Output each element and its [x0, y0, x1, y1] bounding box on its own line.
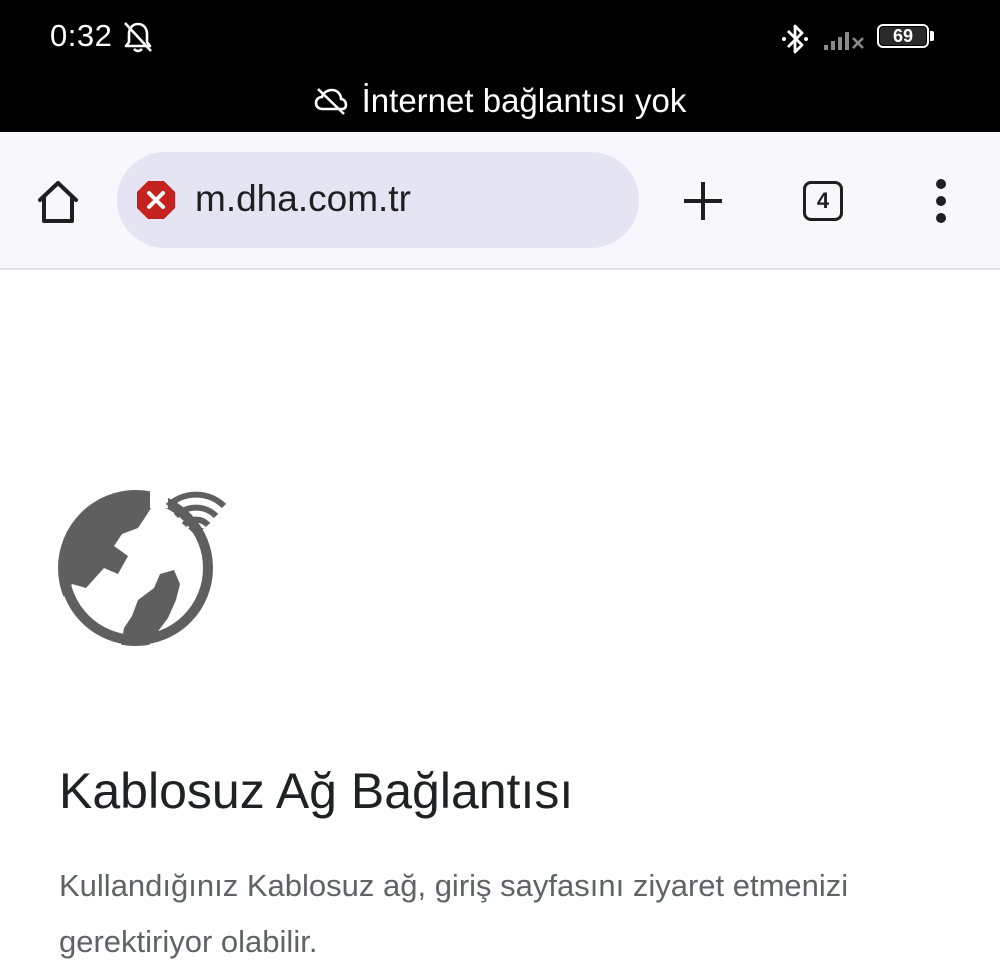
tab-switcher-button[interactable]: 4: [803, 181, 843, 221]
cloud-off-icon: [314, 88, 347, 115]
page-title: Kablosuz Ağ Bağlantısı: [59, 763, 574, 819]
url-text[interactable]: m.dha.com.tr: [195, 178, 411, 220]
more-vert-icon[interactable]: [926, 178, 956, 224]
page-description: Kullandığınız Kablosuz ağ, giriş sayfası…: [59, 868, 849, 959]
error-x-icon[interactable]: [135, 179, 177, 221]
home-icon[interactable]: [32, 176, 84, 228]
offline-banner: İnternet bağlantısı yok: [0, 78, 1000, 124]
status-bar: 0:32 69 İnternet bağlantısı yok: [0, 0, 1000, 132]
address-bar[interactable]: m.dha.com.tr: [117, 152, 639, 248]
browser-toolbar: m.dha.com.tr 4: [0, 132, 1000, 270]
clock-time: 0:32: [50, 18, 113, 53]
plus-icon[interactable]: [680, 178, 726, 224]
signal-no-service-icon: [824, 32, 864, 50]
bluetooth-icon: [782, 24, 808, 54]
battery-level: 69: [892, 26, 914, 46]
offline-banner-text: İnternet bağlantısı yok: [361, 82, 687, 119]
globe-wifi-icon: [58, 488, 227, 646]
bell-off-icon: [124, 22, 152, 53]
battery-indicator: 69: [877, 24, 939, 52]
battery-nub: [930, 31, 934, 41]
